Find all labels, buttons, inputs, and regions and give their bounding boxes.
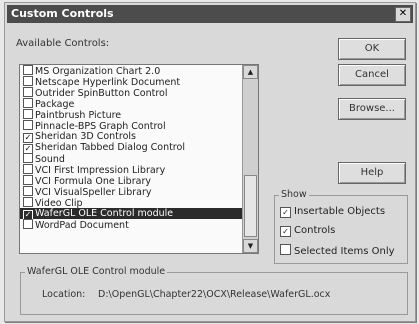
cancel-button[interactable]: Cancel <box>338 64 406 86</box>
list-item-label: WordPad Document <box>35 220 129 231</box>
checkbox-icon[interactable] <box>23 109 33 119</box>
arrow-up-icon: ▲ <box>247 68 254 76</box>
checkbox-icon[interactable] <box>23 153 33 163</box>
scroll-thumb[interactable] <box>244 175 257 237</box>
show-groupbox: Show ✓ Insertable Objects ✓ Controls Selec… <box>274 189 408 264</box>
list-items: MS Organization Chart 2.0 Netscape Hyperl… <box>20 65 242 253</box>
controls-label: Controls <box>294 225 336 236</box>
list-item[interactable]: ✓ WaferGL OLE Control module <box>20 208 242 220</box>
location-value: D:\OpenGL\Chapter22\OCX\Release\WaferGL.… <box>98 289 331 300</box>
list-item[interactable]: WordPad Document <box>20 219 242 231</box>
list-item[interactable]: ✓ Sheridan 3D Controls <box>20 131 242 143</box>
list-item[interactable]: ✓ Sheridan Tabbed Dialog Control <box>20 142 242 154</box>
list-item-label: WaferGL OLE Control module <box>35 208 174 219</box>
available-controls-label: Available Controls: <box>16 38 110 49</box>
details-group-title: WaferGL OLE Control module <box>25 266 168 277</box>
list-item-label: Sheridan 3D Controls <box>35 131 137 142</box>
list-item-label: Sheridan Tabbed Dialog Control <box>35 142 185 153</box>
ok-button[interactable]: OK <box>338 38 406 60</box>
checkbox-icon[interactable] <box>23 219 33 229</box>
insertable-objects-label: Insertable Objects <box>294 206 386 217</box>
close-button[interactable]: ✕ <box>395 7 411 22</box>
checkbox-icon: ✓ <box>280 226 291 237</box>
list-item[interactable]: Pinnacle-BPS Graph Control <box>20 120 242 132</box>
list-item[interactable]: Paintbrush Picture <box>20 109 242 121</box>
list-item[interactable]: Outrider SpinButton Control <box>20 87 242 99</box>
checkbox-icon: ✓ <box>280 207 291 218</box>
available-controls-listbox[interactable]: MS Organization Chart 2.0 Netscape Hyperl… <box>19 64 259 254</box>
checkbox-icon[interactable] <box>23 120 33 130</box>
help-button[interactable]: Help <box>338 162 406 184</box>
checkbox-icon[interactable] <box>23 76 33 86</box>
checkbox-icon[interactable] <box>23 98 33 108</box>
window-title: Custom Controls <box>11 7 114 20</box>
scroll-up-button[interactable]: ▲ <box>243 65 258 79</box>
title-bar[interactable]: Custom Controls ✕ <box>7 5 413 23</box>
scroll-down-button[interactable]: ▼ <box>243 239 258 253</box>
checkbox-icon[interactable] <box>23 186 33 196</box>
show-group-title: Show <box>279 189 309 200</box>
list-item[interactable]: Package <box>20 98 242 110</box>
vertical-scrollbar[interactable]: ▲ ▼ <box>242 65 258 253</box>
checkbox-icon <box>280 244 291 255</box>
insertable-objects-checkbox[interactable]: ✓ Insertable Objects <box>280 206 385 218</box>
controls-checkbox[interactable]: ✓ Controls <box>280 225 335 237</box>
list-item[interactable]: Sound <box>20 153 242 165</box>
checkbox-icon[interactable] <box>23 175 33 185</box>
selected-items-only-label: Selected Items Only <box>294 246 395 257</box>
list-item[interactable]: MS Organization Chart 2.0 <box>20 65 242 77</box>
checkbox-icon[interactable] <box>23 197 33 207</box>
list-item[interactable]: Netscape Hyperlink Document <box>20 76 242 88</box>
checkbox-icon[interactable] <box>23 87 33 97</box>
selected-items-only-checkbox[interactable]: Selected Items Only <box>280 244 395 257</box>
list-item[interactable]: Video Clip <box>20 197 242 209</box>
list-item[interactable]: VCI Formula One Library <box>20 175 242 187</box>
close-icon: ✕ <box>398 8 408 19</box>
arrow-down-icon: ▼ <box>247 242 254 250</box>
location-label: Location: <box>42 289 86 300</box>
list-item[interactable]: VCI VisualSpeller Library <box>20 186 242 198</box>
checkbox-icon[interactable] <box>23 164 33 174</box>
list-item[interactable]: VCI First Impression Library <box>20 164 242 176</box>
browse-button[interactable]: Browse... <box>338 98 406 120</box>
checkbox-icon[interactable] <box>23 65 33 75</box>
